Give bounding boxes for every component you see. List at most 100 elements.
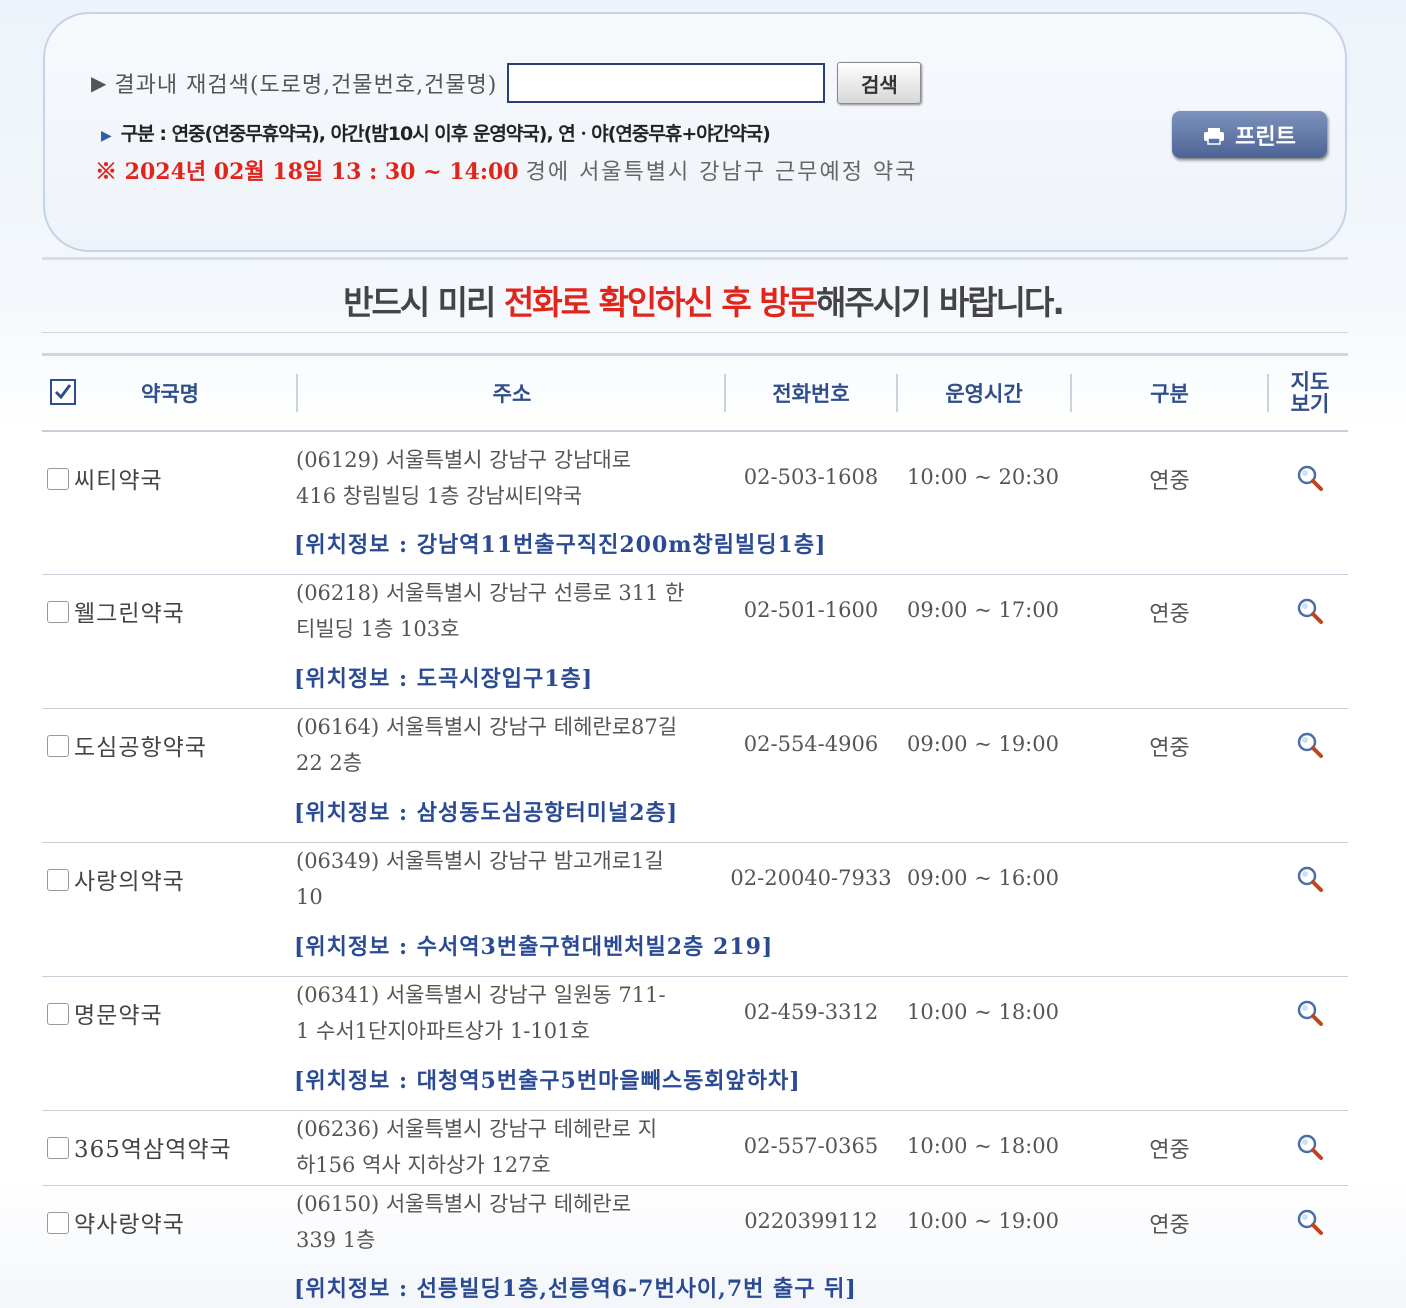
address-line: 339 1층 [296,1228,376,1252]
pharmacy-hours: 10:00 ~ 20:30 [907,465,1059,489]
pharmacy-hours: 10:00 ~ 19:00 [907,1209,1059,1233]
category-legend-text: 구분 : 연중(연중무휴약국), 야간(밤10시 이후 운영약국), 연ㆍ야(연… [120,123,771,145]
row-checkbox[interactable] [47,468,69,490]
print-button[interactable]: 프린트 [1172,111,1327,158]
location-info-link[interactable]: [위치정보 : 수서역3번출구현대벤처빌2층 219] [294,929,773,961]
divider [42,332,1348,333]
magnifier-icon[interactable] [1296,731,1324,759]
pharmacy-name: 365역삼역약국 [74,1137,232,1163]
pharmacy-name: 사랑의약국 [74,869,185,895]
pharmacy-address: (06218) 서울특별시 강남구 선릉로 311 한 티빌딩 1층 103호 [296,575,736,647]
small-triangle-icon: ▶ [101,128,112,144]
pharmacy-hours: 09:00 ~ 19:00 [907,732,1059,756]
pharmacy-phone: 02-501-1600 [743,598,879,622]
pharmacy-name: 명문약국 [74,1003,163,1029]
location-info-link[interactable]: [위치정보 : 강남역11번출구직진200m창림빌딩1층] [294,527,826,559]
pharmacy-kind: 연중 [1149,469,1190,494]
magnifier-icon[interactable] [1296,1133,1324,1161]
refine-search-row: ▶ 결과내 재검색(도로명,건물번호,건물명) 검색 [91,62,922,104]
location-info-link[interactable]: [위치정보 : 선릉빌딩1층,선릉역6-7번사이,7번 출구 뒤] [294,1271,857,1303]
notice-highlight: 전화로 확인하신 후 방문 [503,283,818,322]
table-row: 씨티약국 (06129) 서울특별시 강남구 강남대로 416 창림빌딩 1층 … [42,432,1348,575]
header-address: 주소 [492,382,532,406]
address-line: (06236) 서울특별시 강남구 테헤란로 지 [296,1117,658,1141]
search-button[interactable]: 검색 [837,62,922,104]
datetime-highlight: ※ 2024년 02월 18일 13 : 30 ~ 14:00 [95,159,519,185]
pharmacy-kind: 연중 [1149,1213,1190,1238]
pharmacy-address: (06150) 서울특별시 강남구 테헤란로 339 1층 [296,1186,736,1258]
divider [42,257,1348,260]
pharmacy-phone: 02-554-4906 [743,732,879,756]
notice-part2: 해주시기 바랍니다. [815,283,1065,322]
table-row: 도심공항약국 (06164) 서울특별시 강남구 테헤란로87길 22 2층 0… [42,709,1348,843]
pharmacy-hours: 09:00 ~ 16:00 [907,866,1059,890]
pharmacy-phone: 0220399112 [744,1209,878,1233]
row-checkbox[interactable] [47,1212,69,1234]
pharmacy-phone: 02-503-1608 [743,465,879,489]
header-phone: 전화번호 [772,382,850,406]
row-checkbox[interactable] [47,601,69,623]
pharmacy-name: 웰그린약국 [74,601,185,627]
pharmacy-address: (06129) 서울특별시 강남구 강남대로 416 창림빌딩 1층 강남씨티약… [296,442,736,514]
address-line: 하156 역사 지하상가 127호 [296,1153,551,1177]
table-header: 약국명 주소 전화번호 운영시간 구분 지도 보기 [42,356,1348,430]
visit-notice: 반드시 미리 전화로 확인하신 후 방문해주시기 바랍니다. [0,276,1406,324]
row-checkbox[interactable] [47,735,69,757]
pharmacy-name: 도심공항약국 [74,735,207,761]
magnifier-icon[interactable] [1296,464,1324,492]
pharmacy-phone: 02-557-0365 [743,1134,879,1158]
pharmacy-table-body: 씨티약국 (06129) 서울특별시 강남구 강남대로 416 창림빌딩 1층 … [42,432,1348,1306]
table-row: 웰그린약국 (06218) 서울특별시 강남구 선릉로 311 한 티빌딩 1층… [42,575,1348,709]
address-line: (06129) 서울특별시 강남구 강남대로 [296,448,632,472]
header-map-line2: 보기 [1290,392,1330,416]
row-checkbox[interactable] [47,1003,69,1025]
pharmacy-address: (06236) 서울특별시 강남구 테헤란로 지 하156 역사 지하상가 12… [296,1111,736,1183]
header-map: 지도 보기 [1270,356,1350,430]
pharmacy-phone: 02-20040-7933 [730,866,892,890]
row-checkbox[interactable] [47,1137,69,1159]
pharmacy-kind: 연중 [1149,602,1190,627]
address-line: 티빌딩 1층 103호 [296,617,460,641]
magnifier-icon[interactable] [1296,865,1324,893]
address-line: (06349) 서울특별시 강남구 밤고개로1길 [296,849,664,873]
pharmacy-address: (06349) 서울특별시 강남구 밤고개로1길 10 [296,843,736,915]
pharmacy-name: 약사랑약국 [74,1212,185,1238]
magnifier-icon[interactable] [1296,597,1324,625]
datetime-line: ※ 2024년 02월 18일 13 : 30 ~ 14:00 경에 서울특별시… [95,154,917,186]
pharmacy-address: (06164) 서울특별시 강남구 테헤란로87길 22 2층 [296,709,736,781]
address-line: (06164) 서울특별시 강남구 테헤란로87길 [296,715,678,739]
address-line: 1 수서1단지아파트상가 1-101호 [296,1019,590,1043]
pharmacy-kind: 연중 [1149,1138,1190,1163]
pharmacy-hours: 09:00 ~ 17:00 [907,598,1059,622]
header-name: 약국명 [141,382,199,406]
address-line: 22 2층 [296,751,363,775]
location-info-link[interactable]: [위치정보 : 도곡시장입구1층] [294,661,593,693]
location-info-link[interactable]: [위치정보 : 대청역5번출구5번마을빼스동회앞하차] [294,1063,801,1095]
refine-search-label: 결과내 재검색(도로명,건물번호,건물명) [114,73,498,98]
table-row: 365역삼역약국 (06236) 서울특별시 강남구 테헤란로 지 하156 역… [42,1111,1348,1186]
triangle-bullet-icon: ▶ [91,71,107,95]
header-map-line1: 지도 [1290,370,1330,394]
address-line: 10 [296,885,323,909]
printer-icon [1203,127,1225,145]
address-line: (06341) 서울특별시 강남구 일원동 711- [296,983,666,1007]
header-kind: 구분 [1150,382,1189,406]
pharmacy-phone: 02-459-3312 [743,1000,879,1024]
header-separator [1267,374,1269,412]
address-line: (06218) 서울특별시 강남구 선릉로 311 한 [296,581,685,605]
select-all-checkbox[interactable] [50,379,76,405]
row-checkbox[interactable] [47,869,69,891]
table-row: 사랑의약국 (06349) 서울특별시 강남구 밤고개로1길 10 02-200… [42,843,1348,977]
magnifier-icon[interactable] [1296,999,1324,1027]
header-hours: 운영시간 [945,382,1023,406]
address-line: (06150) 서울특별시 강남구 테헤란로 [296,1192,632,1216]
refine-search-input[interactable] [507,63,826,103]
pharmacy-name: 씨티약국 [74,468,163,494]
table-row: 약사랑약국 (06150) 서울특별시 강남구 테헤란로 339 1층 0220… [42,1186,1348,1306]
location-info-link[interactable]: [위치정보 : 삼성동도심공항터미널2층] [294,795,678,827]
pharmacy-address: (06341) 서울특별시 강남구 일원동 711- 1 수서1단지아파트상가 … [296,977,736,1049]
notice-part1: 반드시 미리 [343,283,504,322]
magnifier-icon[interactable] [1296,1208,1324,1236]
category-legend: ▶ 구분 : 연중(연중무휴약국), 야간(밤10시 이후 운영약국), 연ㆍ야(… [101,119,771,146]
pharmacy-kind: 연중 [1149,736,1190,761]
